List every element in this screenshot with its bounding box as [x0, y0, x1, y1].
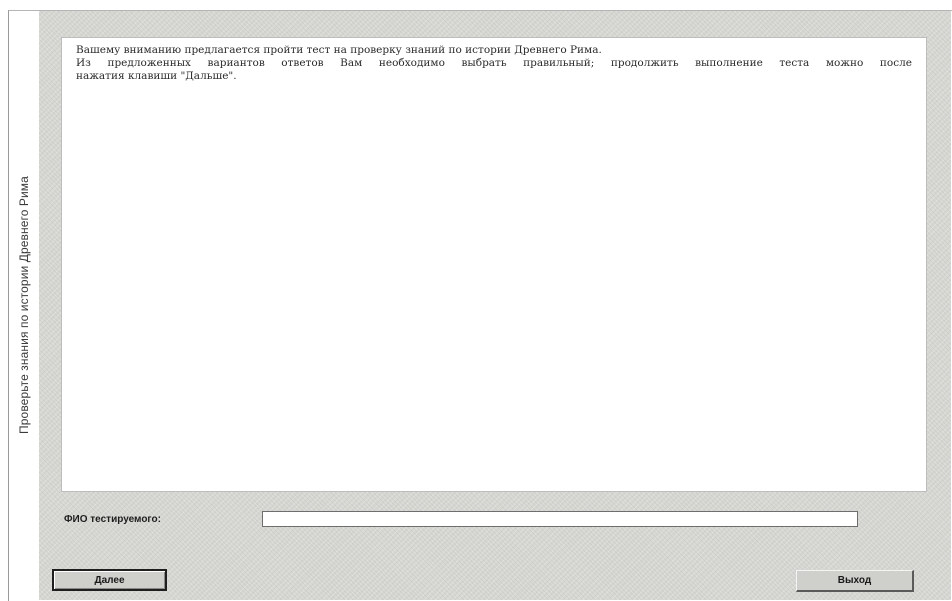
intro-line-1: Вашему вниманию предлагается пройти тест…	[76, 44, 602, 56]
intro-line-3: нажатия клавиши "Дальше".	[76, 70, 237, 82]
intro-text: Вашему вниманию предлагается пройти тест…	[62, 38, 926, 83]
intro-line-2: Из предложенных вариантов ответов Вам не…	[76, 57, 912, 69]
side-title: Проверьте знания по истории Древнего Рим…	[17, 176, 31, 434]
question-area: Вашему вниманию предлагается пройти тест…	[61, 37, 927, 492]
exit-button[interactable]: Выход	[796, 570, 914, 592]
next-button[interactable]: Далее	[52, 569, 167, 591]
fio-input[interactable]	[262, 511, 858, 527]
fio-label: ФИО тестируемого:	[64, 514, 161, 525]
